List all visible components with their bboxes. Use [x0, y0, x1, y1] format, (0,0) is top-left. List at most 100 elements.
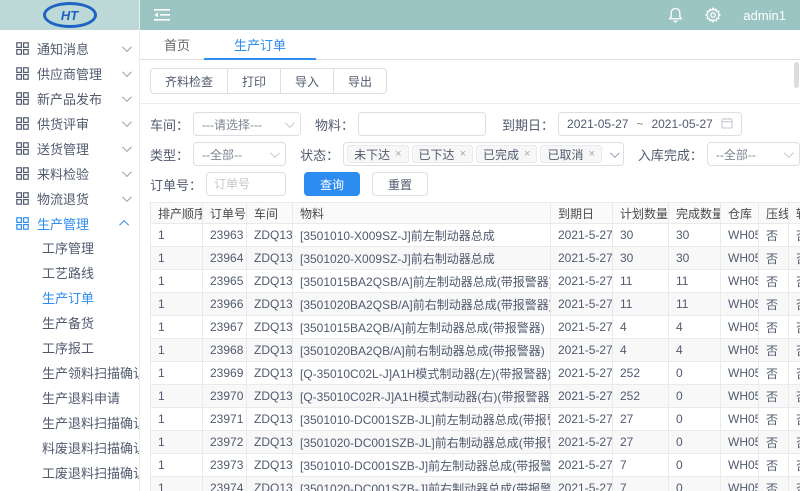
table-cell: 2021-5-27 [551, 224, 613, 247]
table-cell: 23968 [203, 339, 247, 362]
column-header: 到期日 [551, 203, 613, 224]
sidebar-subitem[interactable]: 生产领料扫描确认 [0, 361, 139, 386]
sidebar-subitem[interactable]: 生产订单 [0, 286, 139, 311]
sidebar-item[interactable]: 物流退货 [0, 186, 139, 211]
status-tag[interactable]: 已完成× [476, 145, 537, 163]
table-row[interactable]: 123966ZDQ13[3501020BA2QSB/A]前右制动器总成(带报警器… [151, 293, 800, 316]
sidebar-item[interactable]: 来料检验 [0, 161, 139, 186]
toolbar-button[interactable]: 打印 [228, 68, 281, 94]
table-row[interactable]: 123964ZDQ13[3501020-X009SZ-J]前右制动器总成2021… [151, 247, 800, 270]
settings-gear-icon[interactable] [705, 7, 721, 23]
table-row[interactable]: 123965ZDQ13[3501015BA2QSB/A]前左制动器总成(带报警器… [151, 270, 800, 293]
sidebar-item[interactable]: 供应商管理 [0, 61, 139, 86]
tab-production-order[interactable]: 生产订单 [204, 30, 316, 59]
sidebar-item[interactable]: 生产管理 [0, 211, 139, 236]
username[interactable]: admin1 [743, 8, 786, 23]
table-row[interactable]: 123974ZDQ13[3501020-DC001SZB-J]前右制动器总成(带… [151, 477, 800, 491]
status-tag[interactable]: 已下达× [412, 145, 473, 163]
sidebar-item[interactable]: 新产品发布 [0, 86, 139, 111]
toolbar-button[interactable]: 齐料检查 [150, 68, 228, 94]
table-cell: 1 [151, 431, 203, 454]
sidebar-item[interactable]: 通知消息 [0, 36, 139, 61]
table-cell: 否 [789, 362, 800, 385]
remove-tag-icon[interactable]: × [460, 148, 466, 160]
chevron-down-icon [784, 148, 794, 158]
divider [140, 103, 800, 104]
table-cell: WH05 [721, 362, 759, 385]
sidebar-subitem[interactable]: 工艺路线 [0, 261, 139, 286]
sidebar-subitem[interactable]: 生产备货 [0, 311, 139, 336]
table-cell: 1 [151, 270, 203, 293]
table-row[interactable]: 123969ZDQ13[Q-35010C02L-J]A1H模式制动器(左)(带报… [151, 362, 800, 385]
table-cell: 1 [151, 247, 203, 270]
type-select[interactable]: --全部-- [193, 142, 286, 166]
order-no-input[interactable] [206, 172, 286, 196]
sidebar-subitem[interactable]: 工序报工 [0, 336, 139, 361]
sidebar-subitem[interactable]: 料废退料扫描确认 [0, 436, 139, 461]
table-cell: WH05 [721, 477, 759, 491]
table-row[interactable]: 123971ZDQ13[3501010-DC001SZB-JL]前左制动器总成(… [151, 408, 800, 431]
table-cell: 2021-5-27 [551, 408, 613, 431]
sidebar-item-label: 来料检验 [37, 164, 122, 183]
table-cell: 否 [789, 270, 800, 293]
table-cell: 30 [669, 224, 721, 247]
table-cell: 0 [669, 431, 721, 454]
table-cell: 27 [613, 408, 669, 431]
grid-icon [16, 42, 29, 55]
scrollbar-thumb[interactable] [794, 62, 799, 88]
column-header: 物料 [293, 203, 551, 224]
table-row[interactable]: 123973ZDQ13[3501010-DC001SZB-J]前左制动器总成(带… [151, 454, 800, 477]
notification-bell-icon[interactable] [668, 7, 683, 23]
chevron-down-icon [610, 148, 620, 158]
due-date-range-picker[interactable]: 2021-05-27 ~ 2021-05-27 [558, 112, 742, 136]
table-cell: ZDQ13 [247, 224, 293, 247]
chevron-down-icon [122, 192, 132, 202]
tab-home[interactable]: 首页 [150, 30, 204, 59]
sidebar-item[interactable]: 供货评审 [0, 111, 139, 136]
sidebar: HT 通知消息供应商管理新产品发布供货评审送货管理来料检验物流退货生产管理工序管… [0, 0, 140, 491]
table-row[interactable]: 123972ZDQ13[3501020-DC001SZB-JL]前右制动器总成(… [151, 431, 800, 454]
status-tag[interactable]: 未下达 × [347, 145, 408, 163]
sidebar-subitem[interactable]: 生产退料扫描确认 [0, 411, 139, 436]
reset-button[interactable]: 重置 [372, 172, 428, 196]
sidebar-subitem[interactable]: 工序管理 [0, 236, 139, 261]
table-cell: ZDQ13 [247, 454, 293, 477]
sidebar-item[interactable]: 送货管理 [0, 136, 139, 161]
chevron-down-icon [122, 67, 132, 77]
sidebar-item-label: 物流退货 [37, 189, 122, 208]
collapse-menu-icon[interactable] [154, 8, 170, 22]
table-cell: 1 [151, 293, 203, 316]
toolbar-button[interactable]: 导出 [334, 68, 387, 94]
table-cell: 0 [669, 362, 721, 385]
status-tag[interactable]: 已取消 × [540, 145, 601, 163]
column-header: 辅线 [789, 203, 800, 224]
table-row[interactable]: 123967ZDQ13[3501015BA2QB/A]前左制动器总成(带报警器)… [151, 316, 800, 339]
workshop-select[interactable]: ---请选择--- [193, 112, 301, 136]
remove-tag-icon[interactable]: × [524, 148, 530, 160]
table-cell: 否 [759, 454, 789, 477]
table-cell: [3501020-DC001SZB-JL]前右制动器总成(带报警器)(老气室) [293, 431, 551, 454]
table-row[interactable]: 123963ZDQ13[3501010-X009SZ-J]前左制动器总成2021… [151, 224, 800, 247]
sidebar-subitem[interactable]: 工废退料扫描确认 [0, 461, 139, 486]
table-cell: WH05 [721, 270, 759, 293]
remove-tag-icon[interactable]: × [395, 148, 401, 160]
status-tag-label: 已取消 [547, 146, 583, 163]
column-header: 车间 [247, 203, 293, 224]
search-button[interactable]: 查询 [304, 172, 360, 196]
table-cell: 1 [151, 362, 203, 385]
material-input[interactable] [358, 112, 486, 136]
table-row[interactable]: 123970ZDQ13[Q-35010C02R-J]A1H模式制动器(右)(带报… [151, 385, 800, 408]
table-cell: ZDQ13 [247, 339, 293, 362]
sidebar-item-label: 供应商管理 [37, 64, 122, 83]
table-cell: 7 [613, 477, 669, 491]
toolbar-button[interactable]: 导入 [281, 68, 334, 94]
table-cell: [3501020BA2QSB/A]前右制动器总成(带报警器) [293, 293, 551, 316]
status-multiselect[interactable]: 未下达×已下达×已完成×已取消× [343, 142, 624, 166]
status-tag-label: 未下达 [354, 146, 390, 163]
table-cell: 否 [759, 293, 789, 316]
table-cell: 2021-5-27 [551, 293, 613, 316]
remove-tag-icon[interactable]: × [588, 148, 594, 160]
table-row[interactable]: 123968ZDQ13[3501020BA2QB/A]前右制动器总成(带报警器)… [151, 339, 800, 362]
stock-in-select[interactable]: --全部-- [707, 142, 800, 166]
sidebar-subitem[interactable]: 生产退料申请 [0, 386, 139, 411]
